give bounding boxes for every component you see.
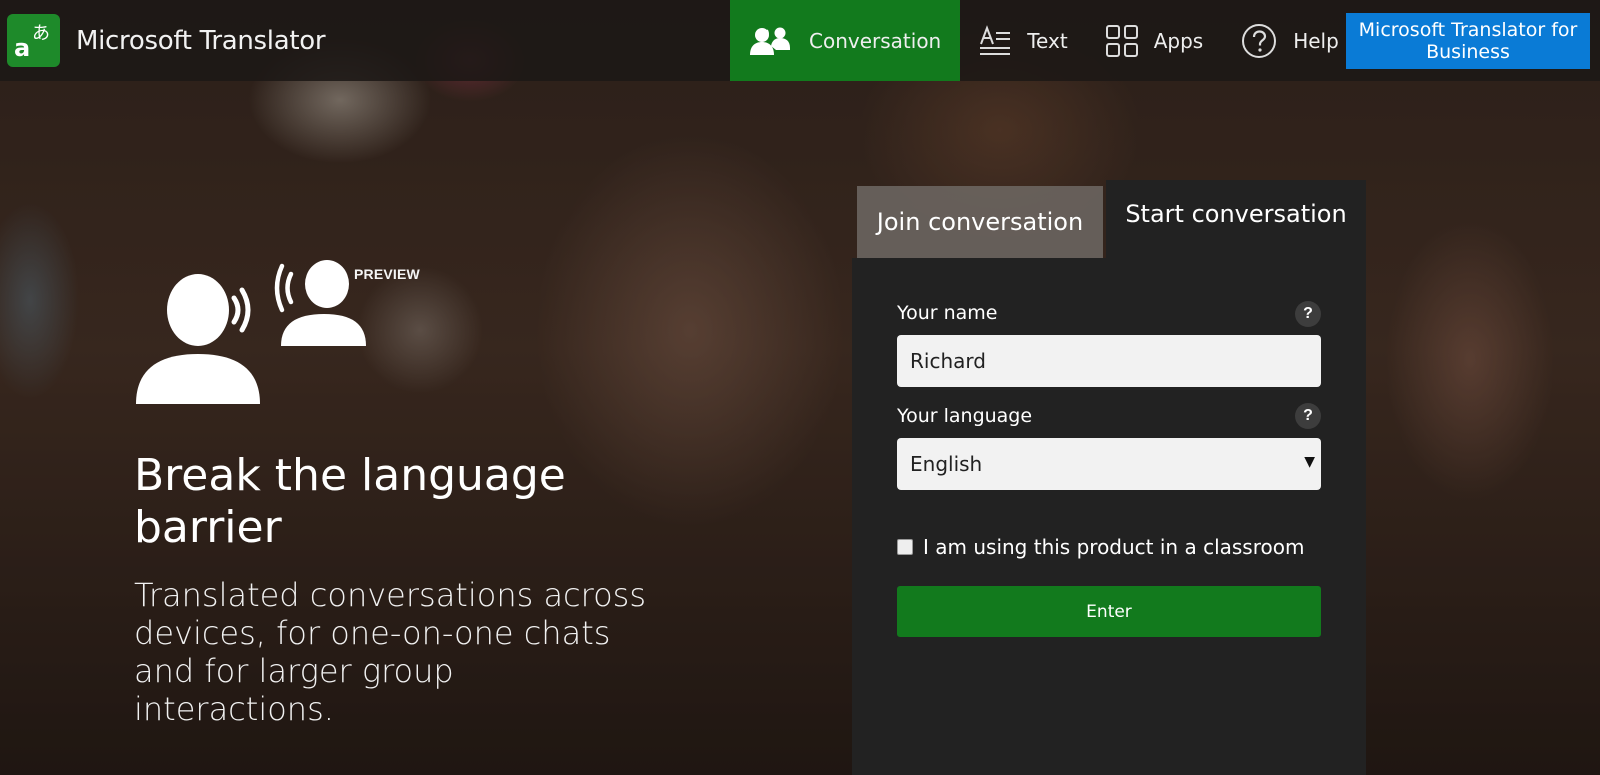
classroom-checkbox[interactable] (897, 539, 913, 555)
translator-logo-icon: a あ (7, 14, 60, 67)
brand[interactable]: a あ Microsoft Translator (7, 14, 326, 67)
your-language-label: Your language (897, 405, 1033, 427)
main-nav: Conversation Text Apps Help (730, 0, 1358, 81)
language-selected-value: English (910, 452, 983, 476)
logo-glyph-latin: a (14, 34, 31, 62)
nav-label-text: Text (1027, 28, 1068, 53)
logo-glyph-japanese: あ (32, 23, 50, 44)
people-icon (749, 26, 793, 56)
translator-for-business-button[interactable]: Microsoft Translator for Business (1346, 13, 1590, 69)
classroom-option: I am using this product in a classroom (897, 535, 1304, 559)
your-name-label: Your name (897, 302, 998, 324)
classroom-label[interactable]: I am using this product in a classroom (923, 535, 1304, 559)
language-select[interactable]: English ▼ (897, 438, 1321, 490)
name-input[interactable] (897, 335, 1321, 387)
nav-label-conversation: Conversation (809, 28, 942, 53)
top-navigation-bar: a あ Microsoft Translator Conversation Te… (0, 0, 1600, 81)
nav-item-help[interactable]: Help (1222, 0, 1358, 81)
preview-badge: PREVIEW (354, 266, 420, 282)
tab-join-conversation[interactable]: Join conversation (857, 186, 1103, 258)
apps-grid-icon (1105, 24, 1138, 57)
enter-button[interactable]: Enter (897, 586, 1321, 637)
nav-label-help: Help (1293, 28, 1339, 53)
hero-title: Break the language barrier (134, 450, 566, 553)
app-title: Microsoft Translator (76, 25, 326, 56)
language-help-icon[interactable]: ? (1295, 403, 1321, 429)
nav-item-apps[interactable]: Apps (1087, 0, 1223, 81)
help-circle-icon (1241, 23, 1277, 59)
hero-subtitle: Translated conversations across devices,… (134, 576, 647, 728)
text-lines-icon (979, 24, 1011, 58)
dropdown-arrow-icon: ▼ (1304, 454, 1315, 470)
tab-start-conversation[interactable]: Start conversation (1106, 180, 1366, 258)
nav-item-conversation[interactable]: Conversation (730, 0, 961, 81)
conversation-illustration-icon (134, 258, 434, 418)
name-help-icon[interactable]: ? (1295, 301, 1321, 327)
nav-label-apps: Apps (1153, 28, 1204, 53)
nav-item-text[interactable]: Text (960, 0, 1086, 81)
